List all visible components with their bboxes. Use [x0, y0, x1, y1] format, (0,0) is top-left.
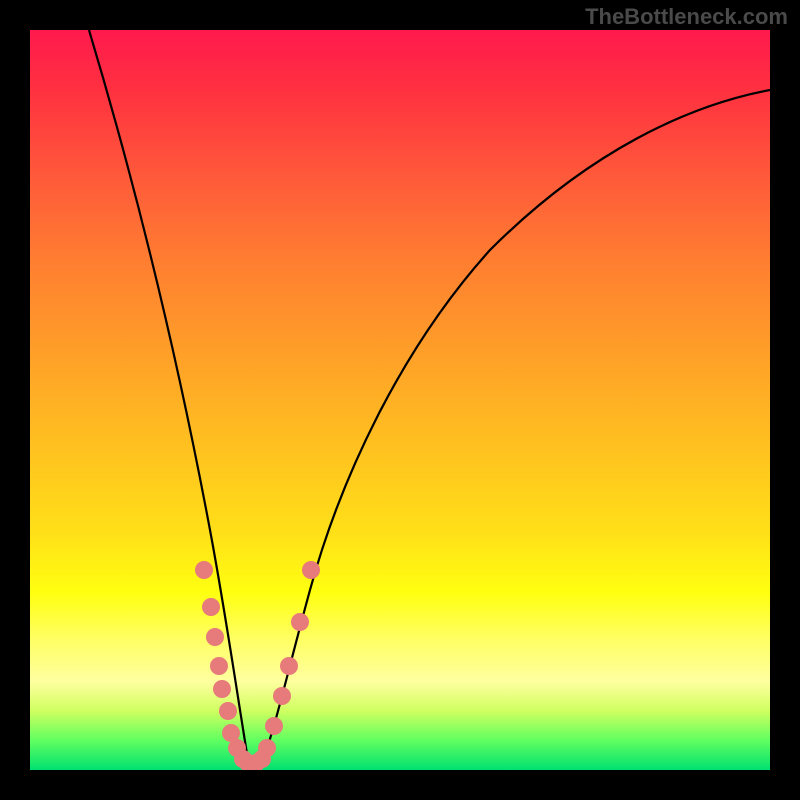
watermark-text: TheBottleneck.com: [585, 4, 788, 30]
v-curve: [89, 30, 770, 768]
curve-layer: [30, 30, 770, 770]
marker-group: [195, 561, 320, 770]
chart-container: TheBottleneck.com: [0, 0, 800, 800]
plot-area: [30, 30, 770, 770]
